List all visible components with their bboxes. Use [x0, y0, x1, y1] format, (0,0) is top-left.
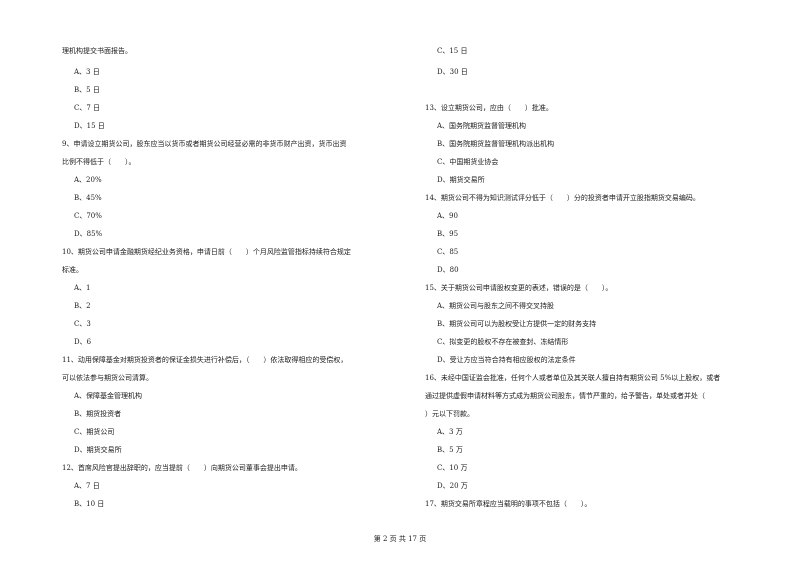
option-12-d: D、30 日 [437, 68, 468, 76]
question-10: 10、期货公司申请金融期货经纪业务资格，申请日前（ ）个月风险监管指标持续符合规… [62, 248, 351, 256]
option-11-b: B、期货投资者 [74, 410, 122, 418]
question-15: 15、关于期货公司申请股权变更的表述，错误的是（ ）。 [425, 284, 613, 292]
option-11-c: C、期货公司 [74, 428, 115, 436]
option-15-a: A、期货公司与股东之间不得交叉持股 [437, 302, 555, 310]
question-11-continuation: 可以依法参与期货公司清算。 [62, 374, 153, 382]
option-8-d: D、15 日 [74, 122, 105, 130]
question-16: 16、未经中国证监会批准，任何个人或者单位及其关联人擅自持有期货公司 5%以上股… [425, 374, 721, 382]
question-9: 9、申请设立期货公司，股东应当以货币或者期货公司经营必需的非货币财产出资，货币出… [62, 140, 347, 148]
option-10-d: D、6 [74, 338, 92, 346]
option-10-a: A、1 [74, 284, 91, 292]
option-13-b: B、国务院期货监督管理机构派出机构 [437, 140, 555, 148]
question-10-continuation: 标准。 [62, 266, 83, 274]
option-14-a: A、90 [437, 212, 458, 220]
option-11-a: A、保障基金管理机构 [74, 392, 143, 400]
question-11: 11、动用保障基金对期货投资者的保证金损失进行补偿后，（ ）依法取得相应的受偿权… [62, 356, 348, 364]
question-17: 17、期货交易所章程应当载明的事项不包括（ ）。 [425, 500, 592, 508]
page-number: 第 2 页 共 17 页 [373, 535, 427, 543]
option-10-b: B、2 [74, 302, 91, 310]
option-14-b: B、95 [437, 230, 459, 238]
option-12-b: B、10 日 [74, 500, 105, 508]
option-15-d: D、受让方应当符合持有相应股权的法定条件 [437, 356, 576, 364]
option-13-a: A、国务院期货监督管理机构 [437, 122, 527, 130]
option-16-a: A、3 万 [437, 428, 463, 436]
option-13-d: D、期货交易所 [437, 176, 485, 184]
option-12-c: C、15 日 [437, 47, 468, 55]
question-16-continuation-1: 通过提供虚假申请材料等方式成为期货公司股东，情节严重的，给予警告，单处或者并处（ [425, 392, 705, 400]
option-15-c: C、拟变更的股权不存在被查封、冻结情形 [437, 338, 569, 346]
question-12: 12、首席风险官提出辞职的，应当提前（ ）向期货公司董事会提出申请。 [62, 464, 302, 472]
question-8-continuation: 理机构提交书面报告。 [62, 47, 132, 55]
option-8-b: B、5 日 [74, 86, 100, 94]
option-13-c: C、中国期货业协会 [437, 158, 499, 166]
option-16-b: B、5 万 [437, 446, 463, 454]
option-8-a: A、3 日 [74, 68, 100, 76]
option-16-c: C、10 万 [437, 464, 468, 472]
option-15-b: B、期货公司可以为股权受让方提供一定的财务支持 [437, 320, 597, 328]
option-9-a: A、20% [74, 176, 102, 184]
option-12-a: A、7 日 [74, 482, 100, 490]
option-9-b: B、45% [74, 194, 102, 202]
option-9-c: C、70% [74, 212, 102, 220]
option-9-d: D、85% [74, 230, 103, 238]
question-13: 13、设立期货公司，应由（ ）批准。 [425, 104, 553, 112]
question-9-continuation: 比例不得低于（ ）。 [62, 158, 136, 166]
option-8-c: C、7 日 [74, 104, 101, 112]
option-14-c: C、85 [437, 248, 459, 256]
option-16-d: D、20 万 [437, 482, 468, 490]
option-14-d: D、80 [437, 266, 459, 274]
question-16-continuation-2: ）元以下罚款。 [425, 410, 474, 418]
option-11-d: D、期货交易所 [74, 446, 122, 454]
option-10-c: C、3 [74, 320, 91, 328]
question-14: 14、期货公司不得为知识测试评分低于（ ）分的投资者申请开立股指期货交易编码。 [425, 194, 700, 202]
